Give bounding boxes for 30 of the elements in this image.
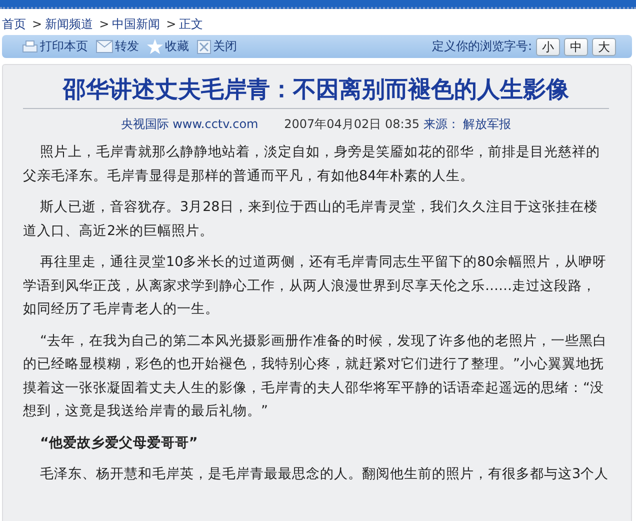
article-paragraph: 斯人已逝，音容犹存。3月28日，来到位于西山的毛岸青灵堂，我们久久注目于这张挂在楼道入口、高近2米的巨幅照片。 [23,198,599,240]
article-paragraph: 照片上，毛岸青就那么静静地站着，淡定自如，身旁是笑靥如花的邵华，前排是目光慈祥的父亲毛泽东。毛岸青显得是那样的普通而平凡，有如他84年朴素的人生。 [23,143,601,186]
toolbar-link[interactable]: 收藏 [165,38,189,55]
font-size-button[interactable]: 小 [536,38,560,56]
star-icon [147,39,163,54]
source-site: 央视国际 www.cctv.com [120,117,258,131]
breadcrumb-link[interactable]: 正文 [179,16,204,32]
article-paragraph: 毛泽东、杨开慧和毛岸英，是毛岸青最最思念的人。翻阅他生前的照片，有很多都与这3个人 [39,465,609,484]
section-heading: “他爱故乡爱父母爱哥哥” [39,434,199,452]
article-title: 邵华讲述丈夫毛岸青：不因离别而褪色的人生影像 [61,76,570,105]
close-icon [197,40,211,54]
font-size-label: 定义你的浏览字号: [432,38,532,55]
breadcrumb-link[interactable]: 首页 [2,16,26,32]
toolbar-link[interactable]: 关闭 [213,38,237,55]
toolbar-link[interactable]: 转发 [115,38,139,55]
article-paragraph: “去年，在我为自己的第二本风光摄影画册作准备的时候，发现了许多他的老照片，一些黑白的已经略显模糊，彩色的也开始褪色，我特别心疼，就赶紧对它们进行了整理。”小心翼翼地抚摸着这一张张凝固着丈夫人生的影像，毛岸青的夫人邵华将军平静的话语牵起遥远的思绪：“没想到，这竟是我送给岸青的最后礼物。” [23,332,608,421]
source-label: 来源： [423,117,460,131]
breadcrumb-link[interactable]: 中国新闻 [112,16,160,32]
printer-icon [22,40,38,54]
article-paragraph: 再往里走，通往灵堂10多米长的过道两侧，还有毛岸青同志生平留下的80余幅照片，从咿呀学语到风华正茂，从离家求学到静心工作，从两人浪漫世界到尽享天伦之乐……走过这段路，如同经历了毛岸青老人的一生。 [23,253,608,319]
publish-date: 2007年04月02日 08:35 [284,117,420,131]
source-link[interactable]: 解放军报 [463,117,512,131]
font-size-button[interactable]: 中 [564,38,588,56]
breadcrumb-link[interactable]: 新闻频道 [45,16,94,32]
breadcrumb-separator: > [99,17,110,31]
envelope-icon [96,40,113,53]
breadcrumb-separator: > [32,17,42,31]
toolbar-link[interactable]: 打印本页 [40,38,88,55]
breadcrumb-separator: > [166,17,176,31]
font-size-button[interactable]: 大 [592,38,616,56]
